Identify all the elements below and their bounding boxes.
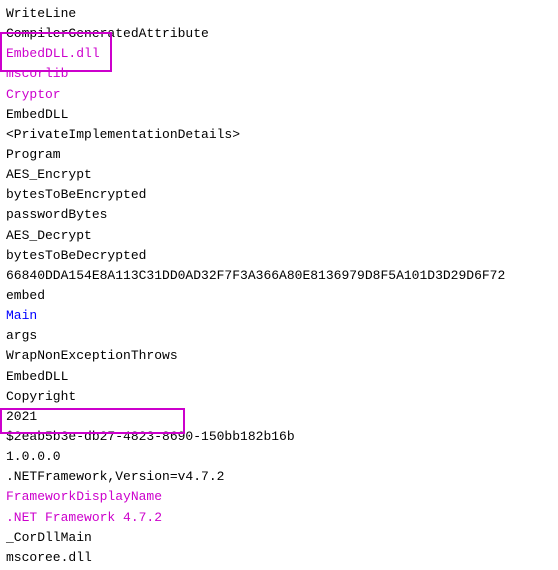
line-item: 2021: [6, 407, 552, 427]
line-item: passwordBytes: [6, 205, 552, 225]
line-item: mscorlib: [6, 64, 552, 84]
line-item: EmbedDLL.dll: [6, 44, 552, 64]
line-item: EmbedDLL: [6, 105, 552, 125]
line-item: <PrivateImplementationDetails>: [6, 125, 552, 145]
line-item: args: [6, 326, 552, 346]
line-item: CompilerGeneratedAttribute: [6, 24, 552, 44]
line-item: $2eab5b3e-db27-4823-8690-150bb182b16b: [6, 427, 552, 447]
line-item: EmbedDLL: [6, 367, 552, 387]
line-item: WrapNonExceptionThrows: [6, 346, 552, 366]
line-item: FrameworkDisplayName: [6, 487, 552, 507]
line-item: Cryptor: [6, 85, 552, 105]
code-view: WriteLineCompilerGeneratedAttributeEmbed…: [0, 0, 558, 570]
line-item: .NETFramework,Version=v4.7.2: [6, 467, 552, 487]
line-item: bytesToBeEncrypted: [6, 185, 552, 205]
line-item: bytesToBeDecrypted: [6, 246, 552, 266]
line-item: .NET Framework 4.7.2: [6, 508, 552, 528]
line-item: 1.0.0.0: [6, 447, 552, 467]
line-item: Copyright: [6, 387, 552, 407]
line-item: 66840DDA154E8A113C31DD0AD32F7F3A366A80E8…: [6, 266, 552, 286]
line-item: mscoree.dll: [6, 548, 552, 568]
line-item: AES_Encrypt: [6, 165, 552, 185]
line-item: _CorDllMain: [6, 528, 552, 548]
line-item: embed: [6, 286, 552, 306]
line-item: WriteLine: [6, 4, 552, 24]
line-item: Program: [6, 145, 552, 165]
line-item: AES_Decrypt: [6, 226, 552, 246]
line-item: Main: [6, 306, 552, 326]
